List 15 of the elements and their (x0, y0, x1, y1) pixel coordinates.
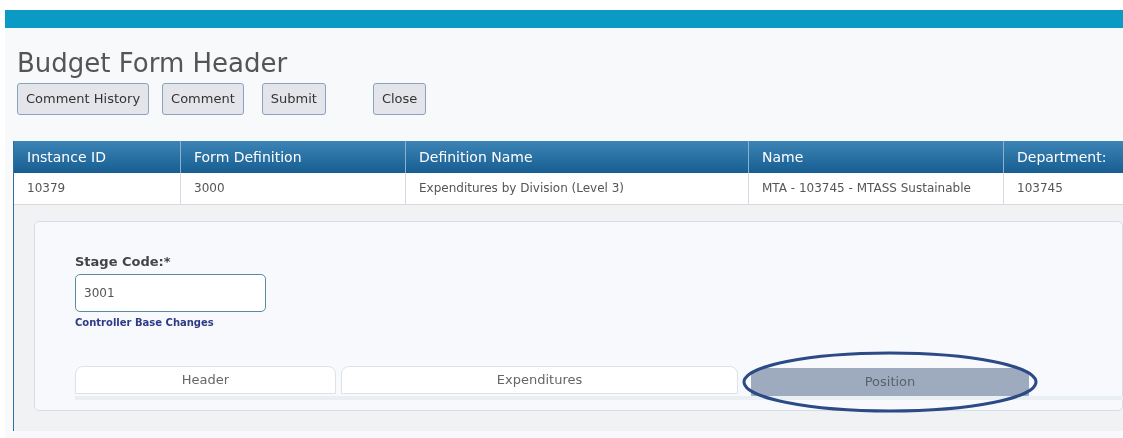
stage-code-field[interactable]: 3001 (75, 273, 266, 312)
tab[interactable]: Header (75, 365, 336, 394)
table-cell: MTA - 103745 - MTASS Sustainable (749, 173, 1004, 204)
table-cell: 3000 (181, 173, 406, 204)
table-cell: 103745 (1004, 173, 1123, 204)
table-cell: 10379 (14, 173, 181, 204)
action-button[interactable]: Close (372, 83, 427, 115)
action-button[interactable]: Comment History (17, 83, 150, 115)
action-button[interactable]: Comment (162, 83, 244, 115)
field-description: Controller Base Changes (75, 315, 214, 330)
tab[interactable]: Expenditures (341, 365, 738, 394)
table-cell: Expenditures by Division (Level 3) (406, 173, 749, 204)
action-button[interactable]: Submit (261, 83, 326, 115)
page-title: Budget Form Header (17, 47, 288, 79)
field-label: Stage Code:* (75, 253, 171, 271)
